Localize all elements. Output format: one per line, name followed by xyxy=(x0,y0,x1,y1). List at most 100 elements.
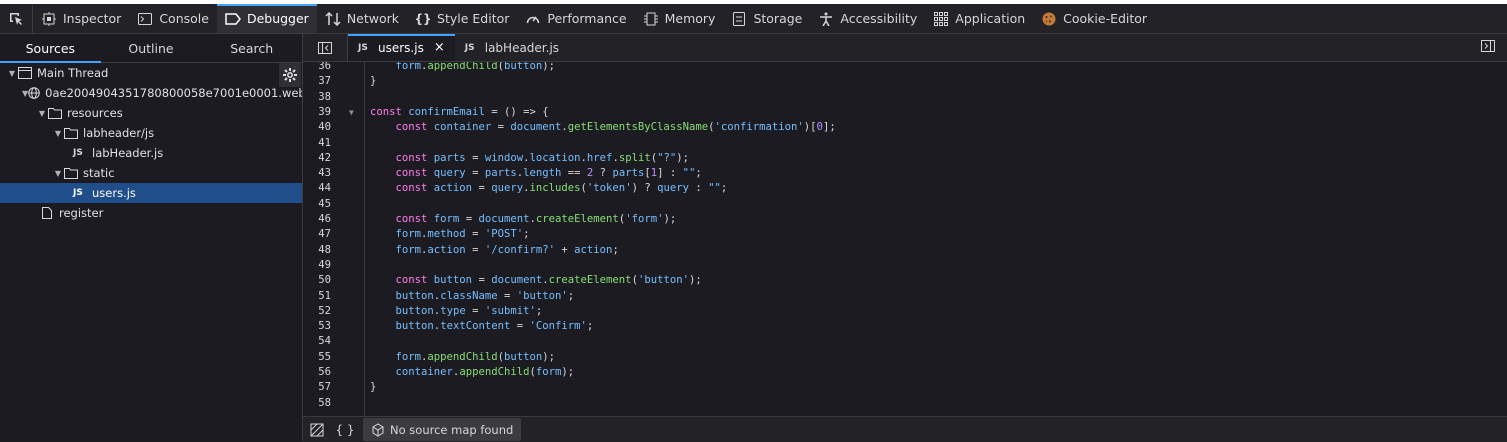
tab-cookie-editor[interactable]: Cookie-Editor xyxy=(1033,4,1155,33)
tab-network[interactable]: Network xyxy=(317,4,407,33)
settings-button[interactable] xyxy=(279,63,301,87)
line-number[interactable]: 54 xyxy=(303,334,331,349)
tab-memory[interactable]: Memory xyxy=(635,4,724,33)
line-number[interactable]: 40 xyxy=(303,120,331,135)
code-text: const form = document.createElement('for… xyxy=(395,213,677,225)
tab-search[interactable]: Search xyxy=(201,34,302,62)
tree-item-register[interactable]: register xyxy=(0,203,302,223)
line-number[interactable]: 46 xyxy=(303,212,331,227)
line-number[interactable]: 50 xyxy=(303,273,331,288)
sidebar-toggle-icon xyxy=(318,41,332,54)
line-number[interactable]: 44 xyxy=(303,181,331,196)
tab-inspector[interactable]: Inspector xyxy=(33,4,129,33)
pretty-print-button[interactable]: { } xyxy=(331,423,359,437)
code-text: const container = document.getElementsBy… xyxy=(395,121,836,134)
tree-item-domain[interactable]: ▼ 0ae2004904351780800058e7001e0001.web-s… xyxy=(0,83,302,103)
tab-debugger[interactable]: Debugger xyxy=(216,4,317,33)
tab-performance[interactable]: Performance xyxy=(517,4,634,33)
memory-icon xyxy=(643,11,659,27)
tree-item-label: resources xyxy=(67,106,123,120)
js-file-icon: JS xyxy=(358,42,368,53)
tree-item-static[interactable]: ▼ static xyxy=(0,163,302,183)
source-map-status[interactable]: No source map found xyxy=(363,418,522,441)
line-number[interactable]: 39 xyxy=(303,105,331,120)
tab-console[interactable]: Console xyxy=(129,4,217,33)
line-number[interactable]: 53 xyxy=(303,319,331,334)
tab-outline[interactable]: Outline xyxy=(101,34,202,62)
tab-sources[interactable]: Sources xyxy=(0,34,101,63)
line-number[interactable]: 49 xyxy=(303,258,331,273)
tree-item-users-file[interactable]: JS users.js xyxy=(0,183,302,203)
globe-icon xyxy=(28,86,40,100)
toggle-sources-pane-button[interactable] xyxy=(303,34,348,61)
tree-item-labheader-file[interactable]: JS labHeader.js xyxy=(0,143,302,163)
file-icon xyxy=(40,206,54,220)
line-number[interactable]: 42 xyxy=(303,151,331,166)
line-number[interactable]: 43 xyxy=(303,166,331,181)
tree-item-label: Main Thread xyxy=(37,66,109,80)
tab-application[interactable]: Application xyxy=(925,4,1033,33)
tab-style-editor[interactable]: {} Style Editor xyxy=(407,4,517,33)
editor-tab-labheader[interactable]: JS labHeader.js xyxy=(455,34,569,61)
element-picker-icon xyxy=(10,12,22,25)
code-text: container.appendChild(form); xyxy=(395,366,575,378)
code-text: const confirmEmail = () => { xyxy=(370,105,549,118)
code-text: form.method = 'POST'; xyxy=(395,228,530,241)
tab-label: Debugger xyxy=(246,11,309,26)
tree-item-main-thread[interactable]: ▼ Main Thread xyxy=(0,63,302,83)
code-text: button.textContent = 'Confirm'; xyxy=(395,320,594,333)
editor-tab-users[interactable]: JS users.js × xyxy=(348,34,455,61)
window-icon xyxy=(18,66,32,80)
code-text: } xyxy=(370,75,377,88)
line-number[interactable]: 52 xyxy=(303,304,331,319)
tab-label: Performance xyxy=(547,11,627,26)
expanded-arrow-icon[interactable]: ▼ xyxy=(6,69,18,78)
line-number[interactable]: 58 xyxy=(303,396,331,411)
toggle-debugger-pane-button[interactable] xyxy=(1481,40,1495,55)
expanded-arrow-icon[interactable]: ▼ xyxy=(52,129,64,138)
tree-item-label: static xyxy=(83,166,115,180)
tab-label: Inspector xyxy=(63,11,122,26)
sidebar-toggle-icon xyxy=(1481,40,1495,52)
line-number[interactable]: 48 xyxy=(303,243,331,258)
line-number[interactable]: 51 xyxy=(303,289,331,304)
line-number[interactable]: 47 xyxy=(303,227,331,242)
source-map-icon xyxy=(372,422,384,437)
line-number[interactable]: 45 xyxy=(303,197,331,212)
code-text: button.className = 'button'; xyxy=(395,289,575,302)
line-number[interactable]: 41 xyxy=(303,136,331,151)
sources-panel-tabs: Sources Outline Search xyxy=(0,34,302,63)
line-number[interactable]: 37 xyxy=(303,74,331,89)
blackbox-button[interactable] xyxy=(303,423,331,437)
tree-item-label: labHeader.js xyxy=(92,146,164,160)
source-tree: ▼ Main Thread ▼ 0ae2004904351780800058e7… xyxy=(0,63,302,223)
editor-tabs: JS users.js × JS labHeader.js xyxy=(303,34,1507,62)
element-picker-button[interactable] xyxy=(0,4,33,33)
tab-label: Network xyxy=(346,11,400,26)
line-number[interactable]: 57 xyxy=(303,380,331,395)
editor-footer: { } No source map found xyxy=(303,416,1507,442)
line-number[interactable]: 56 xyxy=(303,365,331,380)
storage-icon xyxy=(731,11,747,27)
tab-storage[interactable]: Storage xyxy=(723,4,810,33)
line-number[interactable]: 55 xyxy=(303,350,331,365)
expanded-arrow-icon[interactable]: ▼ xyxy=(36,109,48,118)
blackbox-icon xyxy=(310,423,324,436)
code-editor[interactable]: 36 form.appendChild(button); 37} 38 39 ▼ cons… xyxy=(303,62,1507,416)
tree-item-labheader-js[interactable]: ▼ labheader/js xyxy=(0,123,302,143)
tree-item-resources[interactable]: ▼ resources xyxy=(0,103,302,123)
js-file-icon: JS xyxy=(464,42,475,53)
code-text: form.appendChild(button); xyxy=(395,350,556,363)
fold-arrow-icon[interactable]: ▼ xyxy=(349,105,354,120)
source-map-label: No source map found xyxy=(390,422,514,437)
line-number[interactable]: 38 xyxy=(303,90,331,105)
tab-accessibility[interactable]: Accessibility xyxy=(810,4,925,33)
expanded-arrow-icon[interactable]: ▼ xyxy=(52,169,64,178)
line-number[interactable]: 36 xyxy=(303,62,331,74)
network-icon xyxy=(325,11,341,27)
tab-label: Application xyxy=(955,11,1026,26)
code-text: const parts = window.location.href.split… xyxy=(395,151,690,164)
close-icon[interactable]: × xyxy=(434,40,445,55)
editor-tab-label: users.js xyxy=(378,40,424,55)
code-text: } xyxy=(370,381,377,394)
